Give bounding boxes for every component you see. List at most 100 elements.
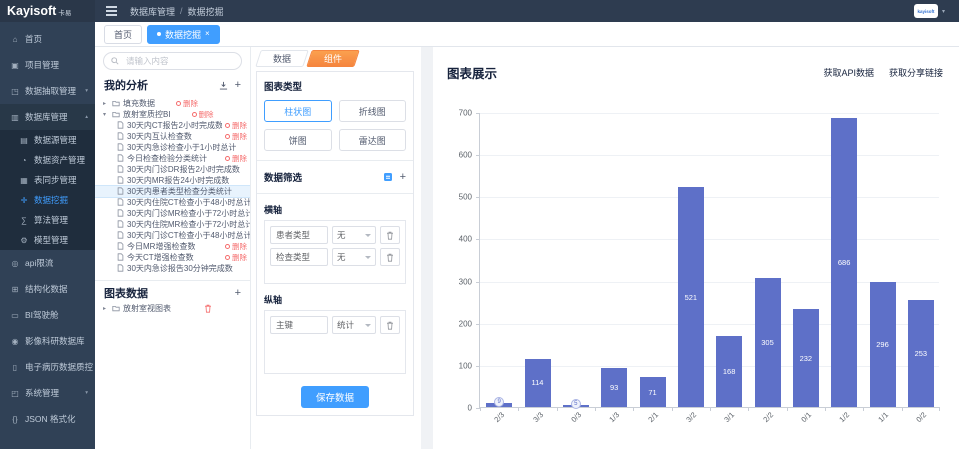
add-analysis-icon[interactable]: + bbox=[235, 80, 241, 91]
add-filter-icon[interactable]: + bbox=[400, 172, 406, 183]
tree-item-label: 30天内急诊检查小于1小时总计 bbox=[127, 142, 236, 153]
sidebar-item-data-extract-management[interactable]: ◳数据抽取管理▾ bbox=[0, 78, 95, 104]
sidebar-item-label: 电子病历数据质控 bbox=[25, 361, 93, 373]
trash-button[interactable] bbox=[380, 226, 400, 244]
bar[interactable]: 521 bbox=[678, 187, 704, 407]
delete-link[interactable]: 删除 bbox=[225, 252, 247, 263]
save-data-button[interactable]: 保存数据 bbox=[301, 386, 369, 408]
add-chart-data-icon[interactable]: + bbox=[235, 288, 241, 299]
delete-link[interactable]: 删除 bbox=[225, 153, 247, 164]
tree-item[interactable]: 今日MR增强检查数删除 bbox=[95, 241, 250, 252]
bar[interactable]: 5 bbox=[563, 405, 589, 407]
trash-icon[interactable] bbox=[204, 304, 212, 313]
tree-item[interactable]: ▸填充数据删除 bbox=[95, 98, 250, 109]
bar[interactable]: 71 bbox=[640, 377, 666, 407]
chevron-up-icon: ▴ bbox=[85, 114, 88, 120]
sidebar-item-algorithm-management[interactable]: ∑算法管理 bbox=[0, 210, 95, 230]
chart-data-item[interactable]: ▸放射室视图表 bbox=[95, 303, 250, 314]
tree-item[interactable]: 30天内MR报告24小时完成数 bbox=[95, 175, 250, 186]
sidebar-item-label: 算法管理 bbox=[34, 214, 68, 226]
agg-select[interactable]: 统计 bbox=[332, 316, 376, 334]
tree-item[interactable]: 30天内门诊MR检查小于72小时总计 bbox=[95, 208, 250, 219]
y-axis-tick-label: 500 bbox=[459, 193, 472, 202]
tree-item[interactable]: 今天CT增强检查数删除 bbox=[95, 252, 250, 263]
user-menu[interactable]: kayisoft ▾ bbox=[914, 4, 945, 18]
structured-data-icon: ⊞ bbox=[10, 285, 20, 294]
import-icon[interactable] bbox=[219, 81, 228, 90]
search-input[interactable] bbox=[124, 55, 234, 67]
sidebar-item-api-rate-limit[interactable]: ◎api限流 bbox=[0, 250, 95, 276]
caret-icon[interactable]: ▸ bbox=[103, 100, 109, 107]
get-share-link-link[interactable]: 获取分享链接 bbox=[889, 66, 943, 79]
trash-button[interactable] bbox=[380, 316, 400, 334]
agg-select[interactable]: 无 bbox=[332, 226, 376, 244]
sidebar-item-model-management[interactable]: ⚙模型管理 bbox=[0, 230, 95, 250]
tree-item[interactable]: 30天内CT报告2小时完成数删除 bbox=[95, 120, 250, 131]
tree-item[interactable]: 30天内患者类型检查分类统计 bbox=[95, 186, 250, 197]
tree-item[interactable]: 30天内门诊CT检查小于48小时总计 bbox=[95, 230, 250, 241]
caret-icon[interactable]: ▾ bbox=[103, 111, 109, 118]
config-tab-data[interactable]: 数据 bbox=[255, 50, 309, 67]
x-axis-tick-label: 2/1 bbox=[646, 410, 660, 424]
tab-close-icon[interactable]: × bbox=[205, 30, 210, 38]
sidebar-item-table-sync-management[interactable]: ▦表同步管理 bbox=[0, 170, 95, 190]
tab-data-mining[interactable]: 数据挖掘× bbox=[147, 25, 220, 44]
delete-link[interactable]: 删除 bbox=[225, 120, 247, 131]
bar[interactable]: 9 bbox=[486, 403, 512, 407]
agg-select[interactable]: 无 bbox=[332, 248, 376, 266]
tree-item[interactable]: 30天内门诊DR报告2小时完成数 bbox=[95, 164, 250, 175]
tree-item-label: 30天内MR报告24小时完成数 bbox=[127, 175, 229, 186]
config-tab-component[interactable]: 组件 bbox=[306, 50, 360, 67]
sidebar-item-data-mining[interactable]: ✛数据挖掘 bbox=[0, 190, 95, 210]
delete-link[interactable]: 删除 bbox=[176, 98, 198, 109]
chart-type-pie-button[interactable]: 饼图 bbox=[264, 129, 332, 151]
filter-grid-icon[interactable] bbox=[383, 172, 393, 182]
tree-item[interactable]: 30天内住院CT检查小于48小时总计 bbox=[95, 197, 250, 208]
bar[interactable]: 296 bbox=[870, 282, 896, 407]
tree-item[interactable]: 今日检查检验分类统计删除 bbox=[95, 153, 250, 164]
sidebar-item-project-management[interactable]: ▣项目管理 bbox=[0, 52, 95, 78]
field-box[interactable]: 检查类型 bbox=[270, 248, 328, 266]
bar[interactable]: 93 bbox=[601, 368, 627, 407]
y-axis-tick-label: 600 bbox=[459, 151, 472, 160]
caret-icon[interactable]: ▸ bbox=[103, 305, 109, 312]
breadcrumb-item[interactable]: 数据库管理 bbox=[130, 5, 175, 18]
chart-type-line-button[interactable]: 折线图 bbox=[339, 100, 407, 122]
delete-link[interactable]: 删除 bbox=[225, 241, 247, 252]
field-box[interactable]: 主键 bbox=[270, 316, 328, 334]
chart-type-radar-button[interactable]: 雷达图 bbox=[339, 129, 407, 151]
hamburger-menu-icon[interactable] bbox=[106, 10, 117, 12]
sidebar-item-json-formatter[interactable]: {}JSON 格式化 bbox=[0, 406, 95, 432]
avatar[interactable]: kayisoft bbox=[914, 4, 938, 18]
trash-button[interactable] bbox=[380, 248, 400, 266]
file-icon bbox=[117, 198, 124, 208]
bar[interactable]: 253 bbox=[908, 300, 934, 407]
bar[interactable]: 305 bbox=[755, 278, 781, 407]
sidebar-item-datasource-management[interactable]: ▤数据源管理 bbox=[0, 130, 95, 150]
sidebar-item-system-management[interactable]: ◰系统管理▾ bbox=[0, 380, 95, 406]
tree-item[interactable]: 30天内互认检查数删除 bbox=[95, 131, 250, 142]
tree-item[interactable]: 30天内急诊检查小于1小时总计 bbox=[95, 142, 250, 153]
bar[interactable]: 114 bbox=[525, 359, 551, 407]
bar[interactable]: 168 bbox=[716, 336, 742, 407]
sidebar-item-data-asset-management[interactable]: ◔数据资产管理 bbox=[0, 150, 95, 170]
field-box[interactable]: 患者类型 bbox=[270, 226, 328, 244]
delete-link[interactable]: 删除 bbox=[192, 109, 214, 120]
sidebar-item-bi-cockpit[interactable]: ▭BI驾驶舱 bbox=[0, 302, 95, 328]
tree-item[interactable]: 30天内住院MR检查小于72小时总计 bbox=[95, 219, 250, 230]
tree-item[interactable]: ▾放射室质控BI删除 bbox=[95, 109, 250, 120]
get-api-data-link[interactable]: 获取API数据 bbox=[823, 66, 874, 79]
sidebar-item-database-management[interactable]: ▥数据库管理▴ bbox=[0, 104, 95, 130]
sidebar-item-emr-data-qc[interactable]: ▯电子病历数据质控 bbox=[0, 354, 95, 380]
delete-link[interactable]: 删除 bbox=[225, 131, 247, 142]
sidebar-item-imaging-research-db[interactable]: ◉影像科研数据库 bbox=[0, 328, 95, 354]
tree-item[interactable]: 30天内急诊报告30分钟完成数 bbox=[95, 263, 250, 274]
sidebar-item-structured-data[interactable]: ⊞结构化数据 bbox=[0, 276, 95, 302]
bi-cockpit-icon: ▭ bbox=[10, 311, 20, 320]
sidebar-item-home[interactable]: ⌂首页 bbox=[0, 26, 95, 52]
breadcrumb-item[interactable]: 数据挖掘 bbox=[188, 5, 224, 18]
chart-type-bar-button[interactable]: 柱状图 bbox=[264, 100, 332, 122]
bar[interactable]: 232 bbox=[793, 309, 819, 407]
tab-home[interactable]: 首页 bbox=[104, 25, 142, 44]
bar[interactable]: 686 bbox=[831, 118, 857, 407]
